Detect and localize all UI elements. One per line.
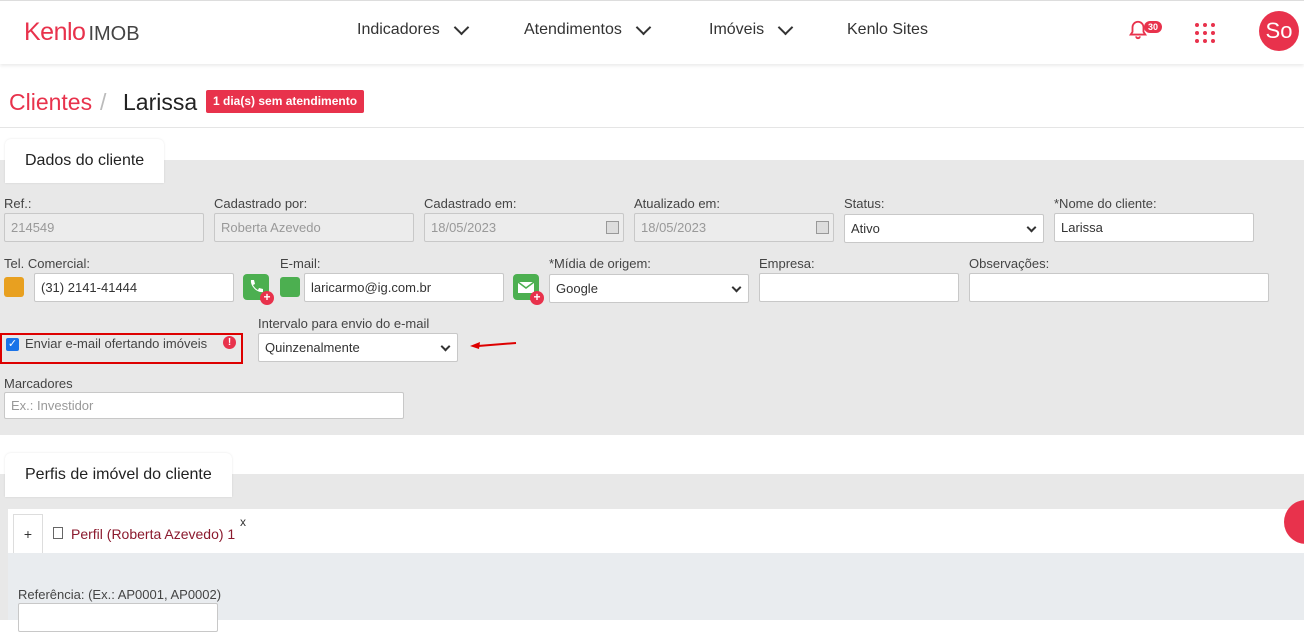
intervalo-select[interactable]: Quinzenalmente <box>258 333 458 362</box>
atualizado-em-field: 18/05/2023 <box>634 213 834 242</box>
email-input[interactable]: laricarmo@ig.com.br <box>304 273 504 302</box>
chevron-down-icon <box>731 282 742 293</box>
cadastrado-em-value: 18/05/2023 <box>431 220 497 235</box>
breadcrumb-clientes-link[interactable]: Clientes <box>9 89 92 116</box>
intervalo-value: Quinzenalmente <box>265 340 360 355</box>
cadastrado-em-label: Cadastrado em: <box>424 196 517 211</box>
copy-icon[interactable] <box>53 527 63 539</box>
red-arrow-annotation <box>470 342 517 349</box>
tel-comercial-label: Tel. Comercial: <box>4 256 90 271</box>
referencia-label: Referência: (Ex.: AP0001, AP0002) <box>18 587 222 602</box>
enviar-email-checkbox[interactable]: ✓ <box>6 338 19 351</box>
status-badge: 1 dia(s) sem atendimento <box>206 90 365 113</box>
apps-grid-icon[interactable] <box>1195 23 1215 43</box>
cadastrado-por-label: Cadastrado por: <box>214 196 308 211</box>
observacoes-textarea[interactable] <box>969 273 1269 302</box>
atualizado-em-label: Atualizado em: <box>634 196 720 211</box>
cadastrado-em-field: 18/05/2023 <box>424 213 624 242</box>
nav-label: Imóveis <box>709 21 765 38</box>
chevron-down-icon <box>440 341 451 352</box>
breadcrumb-separator: / <box>100 89 107 115</box>
marcadores-input[interactable]: Ex.: Investidor <box>4 392 404 419</box>
chevron-down-icon <box>635 19 652 35</box>
midia-origem-value: Google <box>556 281 598 296</box>
tab-profile-1[interactable]: Perfil (Roberta Azevedo) 1 <box>47 514 252 553</box>
intervalo-label: Intervalo para envio do e-mail <box>258 316 430 331</box>
atualizado-em-value: 18/05/2023 <box>641 220 707 235</box>
midia-origem-label: *Mídia de origem: <box>549 256 651 271</box>
nav-kenlo-sites[interactable]: Kenlo Sites <box>847 21 928 39</box>
add-phone-button[interactable]: + <box>243 274 274 305</box>
plus-icon: + <box>530 291 544 305</box>
add-profile-tab[interactable]: + <box>13 514 43 553</box>
ref-field: 214549 <box>4 213 204 242</box>
chevron-down-icon <box>453 19 469 35</box>
marcadores-placeholder: Ex.: Investidor <box>11 398 94 413</box>
nav-indicadores[interactable]: Indicadores <box>357 19 469 39</box>
midia-origem-select[interactable]: Google <box>549 274 749 303</box>
observacoes-label: Observações: <box>969 256 1050 271</box>
tel-comercial-input[interactable]: (31) 2141-41444 <box>34 273 234 302</box>
user-avatar[interactable]: So <box>1259 11 1299 51</box>
add-email-button[interactable]: + <box>513 274 544 305</box>
enviar-email-label: Enviar e-mail ofertando imóveis <box>25 336 208 351</box>
nome-cliente-input[interactable]: Larissa <box>1054 213 1254 242</box>
empresa-input[interactable] <box>759 273 959 302</box>
status-value: Ativo <box>851 221 880 236</box>
referencia-input[interactable] <box>18 603 218 632</box>
page-title: Larissa <box>123 89 198 115</box>
nav-atendimentos[interactable]: Atendimentos <box>524 19 652 39</box>
status-label: Status: <box>844 196 885 211</box>
email-label: E-mail: <box>280 256 321 271</box>
nav-imoveis[interactable]: Imóveis <box>709 19 794 39</box>
phone-type-dropdown-icon[interactable] <box>4 277 24 297</box>
brand-logo[interactable]: Kenlo IMOB <box>24 18 140 47</box>
status-select[interactable]: Ativo <box>844 214 1044 243</box>
chevron-down-icon <box>1026 222 1037 233</box>
nav-label: Kenlo Sites <box>847 21 928 38</box>
profile-tab-label: Perfil (Roberta Azevedo) 1 <box>71 526 236 542</box>
email-icon <box>280 277 300 297</box>
close-tab-icon[interactable]: x <box>240 515 246 529</box>
calendar-icon <box>606 221 619 234</box>
marcadores-label: Marcadores <box>4 376 73 391</box>
alert-icon: ! <box>223 336 236 349</box>
plus-icon: + <box>260 291 274 305</box>
nome-cliente-label: *Nome do cliente: <box>1054 196 1157 211</box>
top-navbar: Kenlo IMOB Indicadores Atendimentos Imóve… <box>0 0 1304 64</box>
nav-label: Atendimentos <box>524 21 622 38</box>
empresa-label: Empresa: <box>759 256 815 271</box>
tab-perfis-imovel[interactable]: Perfis de imóvel do cliente <box>5 453 232 497</box>
nav-label: Indicadores <box>357 21 440 38</box>
calendar-icon <box>816 221 829 234</box>
tab-dados-cliente[interactable]: Dados do cliente <box>5 139 165 183</box>
chevron-down-icon <box>777 19 794 35</box>
cadastrado-por-field: Roberta Azevedo <box>214 213 414 242</box>
page-title-bar: Clientes / Larissa 1 dia(s) sem atendime… <box>0 70 1304 128</box>
ref-label: Ref.: <box>4 196 32 211</box>
notification-count-badge: 30 <box>1144 21 1163 33</box>
